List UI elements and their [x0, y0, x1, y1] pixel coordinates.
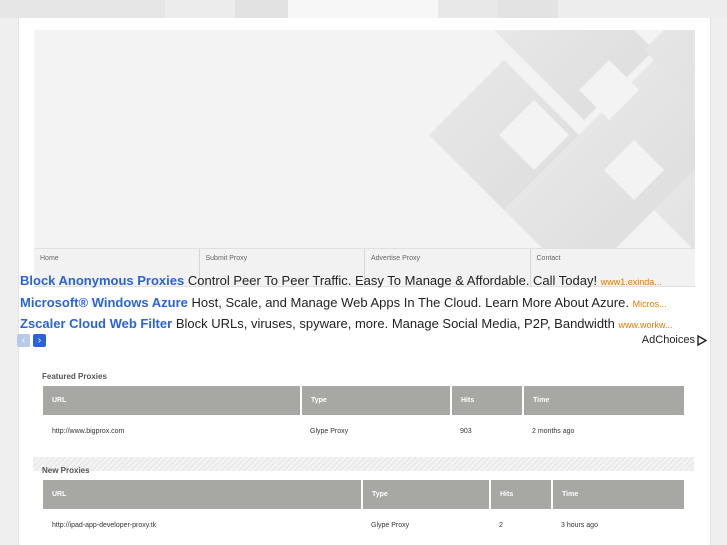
new-proxies-title: New Proxies [42, 466, 90, 475]
table-header-row: URL Type Hits Time [43, 386, 684, 415]
ad-url[interactable]: www.workw... [619, 320, 673, 330]
ad-text: Host, Scale, and Manage Web Apps In The … [191, 294, 629, 310]
adchoices-label: AdChoices [641, 334, 695, 346]
section-divider [33, 457, 694, 471]
column-header-time: Time [552, 480, 684, 509]
column-header-url: URL [43, 480, 363, 509]
ad-url[interactable]: Micros... [633, 299, 667, 309]
table-row: http://www.bigprox.com Glype Proxy 903 2… [43, 415, 684, 447]
proxy-time: 2 months ago [532, 427, 575, 435]
proxy-hits: 2 [499, 521, 503, 529]
ad-text: Block URLs, viruses, spyware, more. Mana… [175, 316, 615, 331]
ad-title-link[interactable]: Microsoft® Windows Azure [20, 295, 188, 310]
proxy-time: 3 hours ago [561, 521, 598, 529]
ad-text: Control Peer To Peer Traffic. Easy To Ma… [187, 273, 598, 288]
column-header-type: Type [362, 480, 491, 509]
chevron-left-icon[interactable]: ‹ [17, 334, 30, 347]
top-strip [0, 0, 727, 18]
ad-item: Microsoft® Windows Azure Host, Scale, an… [20, 292, 675, 314]
adchoices-triangle-icon [697, 334, 707, 346]
proxy-url-link[interactable]: http://ipad-app-developer-proxy.tk [43, 509, 362, 541]
featured-proxies-table: URL Type Hits Time http://www.bigprox.co… [43, 386, 684, 447]
diamond-pattern-graphic [429, 30, 695, 248]
ad-title-link[interactable]: Block Anonymous Proxies [20, 273, 184, 288]
column-header-type: Type [301, 386, 452, 415]
column-header-time: Time [523, 386, 684, 415]
featured-proxies-title: Featured Proxies [42, 372, 107, 381]
column-header-hits: Hits [451, 386, 524, 415]
column-header-url: URL [43, 386, 302, 415]
table-header-row: URL Type Hits Time [43, 480, 684, 509]
header-banner [34, 30, 695, 248]
proxy-hits: 903 [460, 427, 472, 435]
table-row: http://ipad-app-developer-proxy.tk Glype… [43, 509, 684, 541]
proxy-type: Glype Proxy [371, 521, 410, 529]
text-ads: Block Anonymous Proxies Control Peer To … [20, 270, 675, 335]
ad-url[interactable]: www1.exinda... [601, 277, 662, 287]
ad-item: Zscaler Cloud Web Filter Block URLs, vir… [20, 313, 675, 335]
column-header-hits: Hits [490, 480, 553, 509]
ad-item: Block Anonymous Proxies Control Peer To … [20, 270, 675, 292]
ad-title-link[interactable]: Zscaler Cloud Web Filter [20, 316, 172, 331]
adchoices-link[interactable]: AdChoices [642, 334, 707, 346]
new-proxies-table: URL Type Hits Time http://ipad-app-devel… [43, 480, 684, 541]
ad-pager: ‹ › [17, 334, 46, 347]
proxy-type: Glype Proxy [310, 427, 349, 435]
proxy-url-link[interactable]: http://www.bigprox.com [43, 415, 301, 447]
chevron-right-icon[interactable]: › [33, 334, 46, 347]
